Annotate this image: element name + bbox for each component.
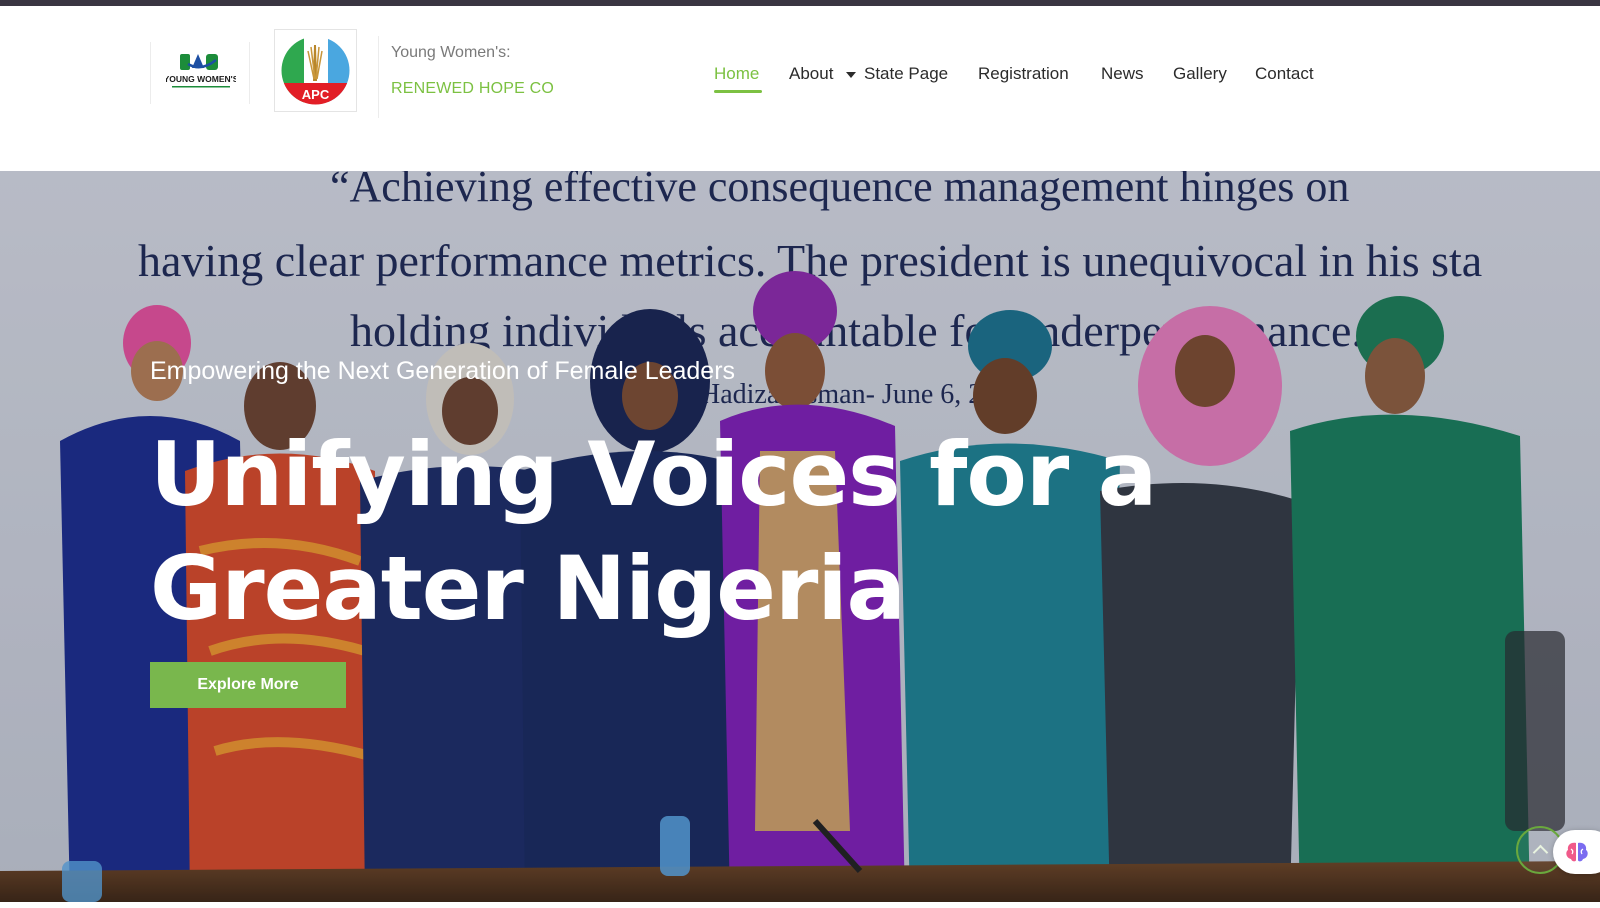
caret-down-icon[interactable] xyxy=(846,72,856,78)
ywrh-logo-icon: YOUNG WOMEN'S xyxy=(166,54,236,88)
nav-registration[interactable]: Registration xyxy=(978,64,1069,84)
hero-banner: “Achieving effective consequence managem… xyxy=(0,171,1600,902)
apc-logo[interactable]: APC xyxy=(274,29,357,112)
chevron-up-icon xyxy=(1532,844,1549,861)
nav-contact[interactable]: Contact xyxy=(1255,64,1314,84)
assistant-widget-button[interactable] xyxy=(1553,830,1600,874)
apc-logo-text: APC xyxy=(302,87,330,102)
explore-more-button[interactable]: Explore More xyxy=(150,662,346,708)
nav-state-page[interactable]: State Page xyxy=(864,64,948,84)
brand-name-line1: Young Women's: xyxy=(391,44,511,61)
site-header: YOUNG WOMEN'S APC Young Women's: RENEWED… xyxy=(0,6,1600,171)
nav-home-underline xyxy=(714,90,762,93)
nav-home[interactable]: Home xyxy=(714,64,759,84)
nav-about[interactable]: About xyxy=(789,64,833,84)
hero-title: Unifying Voices for a Greater Nigeria xyxy=(150,423,1157,640)
brain-icon xyxy=(1566,842,1588,862)
nav-gallery[interactable]: Gallery xyxy=(1173,64,1227,84)
bottom-strip xyxy=(0,902,1600,908)
ywrh-logo-text: YOUNG WOMEN'S xyxy=(166,74,236,84)
ywrh-logo[interactable]: YOUNG WOMEN'S xyxy=(150,42,250,104)
brand-name-line2[interactable]: RENEWED HOPE CO xyxy=(391,80,554,98)
hero-subtitle: Empowering the Next Generation of Female… xyxy=(150,357,736,385)
nav-news[interactable]: News xyxy=(1101,64,1144,84)
apc-logo-icon: APC xyxy=(281,36,350,105)
brand-divider xyxy=(378,36,379,118)
